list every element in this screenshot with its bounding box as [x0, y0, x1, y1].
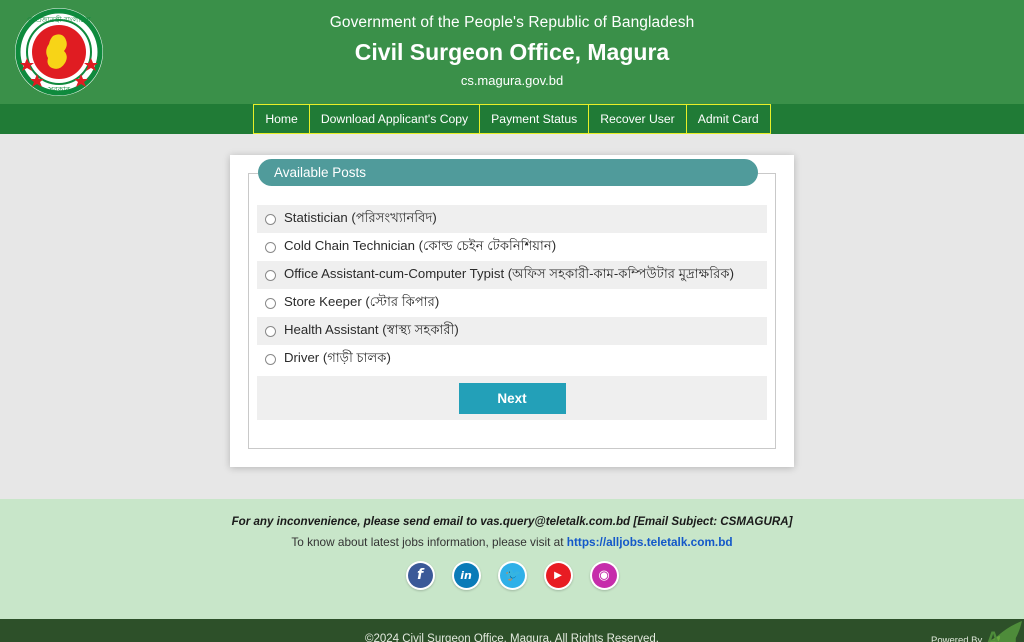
main-content: Available Posts Statistician (পরিসংখ্যান…: [0, 134, 1024, 499]
radio-icon[interactable]: [265, 241, 276, 253]
site-footer: For any inconvenience, please send email…: [0, 499, 1024, 619]
available-posts-legend: Available Posts: [258, 159, 758, 186]
footer-contact-line: For any inconvenience, please send email…: [231, 515, 793, 528]
instagram-icon: ◉: [591, 562, 617, 588]
twitter-icon: 🐦: [499, 562, 525, 588]
post-option-office-assistant-cum-computer-typist[interactable]: Office Assistant-cum-Computer Typist (অফ…: [257, 261, 767, 289]
radio-icon[interactable]: [265, 269, 276, 281]
office-title: Civil Surgeon Office, Magura: [354, 38, 670, 65]
svg-text:সরকার: সরকার: [47, 85, 71, 94]
instagram-link[interactable]: ◉: [589, 560, 619, 590]
nav-item-home[interactable]: Home: [253, 104, 309, 134]
radio-icon[interactable]: [265, 213, 276, 225]
post-option-store-keeper[interactable]: Store Keeper (স্টোর কিপার): [257, 289, 767, 317]
site-domain: cs.magura.gov.bd: [460, 73, 564, 88]
post-options-list: Statistician (পরিসংখ্যানবিদ) Cold Chain …: [257, 205, 767, 420]
footer-jobs-line: To know about latest jobs information, p…: [0, 532, 1024, 552]
youtube-icon: ▶: [545, 562, 571, 588]
copyright-text: ©2024 Civil Surgeon Office, Magura. All …: [365, 633, 659, 642]
powered-by-logo: ACI: [986, 629, 1017, 642]
main-navigation: Home Download Applicant's Copy Payment S…: [0, 104, 1024, 134]
header-titles: Government of the People's Republic of B…: [330, 12, 695, 92]
youtube-link[interactable]: ▶: [543, 560, 573, 590]
govt-line: Government of the People's Republic of B…: [329, 14, 695, 32]
nav-item-download-applicants-copy[interactable]: Download Applicant's Copy: [308, 104, 480, 134]
radio-icon[interactable]: [265, 353, 276, 365]
copyright-bar: ©2024 Civil Surgeon Office, Magura. All …: [0, 619, 1024, 642]
post-option-health-assistant[interactable]: Health Assistant (স্বাস্থ্য সহকারী): [257, 317, 767, 345]
post-option-cold-chain-technician[interactable]: Cold Chain Technician (কোল্ড চেইন টেকনিশ…: [257, 233, 767, 261]
post-option-label: Store Keeper (স্টোর কিপার): [284, 294, 440, 309]
facebook-link[interactable]: f: [405, 560, 435, 590]
posts-fieldset: Available Posts Statistician (পরিসংখ্যান…: [248, 159, 776, 449]
nav-item-admit-card[interactable]: Admit Card: [685, 104, 771, 134]
linkedin-link[interactable]: in: [451, 560, 481, 590]
nav-item-payment-status[interactable]: Payment Status: [479, 104, 589, 134]
social-links: f in 🐦 ▶ ◉: [0, 560, 1024, 590]
radio-icon[interactable]: [265, 325, 276, 337]
bangladesh-government-emblem-icon: গণপ্রজাতন্ত্রী বাংলাদেশ সরকার: [13, 6, 105, 98]
post-option-label: Driver (গাড়ী চালক): [284, 350, 391, 365]
svg-text:গণপ্রজাতন্ত্রী বাংলাদেশ: গণপ্রজাতন্ত্রী বাংলাদেশ: [27, 15, 91, 24]
post-option-label: Cold Chain Technician (কোল্ড চেইন টেকনিশ…: [284, 238, 557, 253]
facebook-icon: f: [407, 562, 433, 588]
nav-item-recover-user[interactable]: Recover User: [588, 104, 686, 134]
footer-jobs-prefix: To know about latest jobs information, p…: [291, 534, 567, 549]
powered-by: Powered By ACI: [931, 629, 1017, 642]
alljobs-link[interactable]: https://alljobs.teletalk.com.bd: [567, 535, 733, 549]
linkedin-icon: in: [453, 562, 479, 588]
twitter-link[interactable]: 🐦: [497, 560, 527, 590]
post-option-label: Office Assistant-cum-Computer Typist (অফ…: [284, 266, 734, 281]
next-button[interactable]: Next: [458, 382, 566, 414]
nav-items: Home Download Applicant's Copy Payment S…: [253, 104, 771, 134]
post-option-statistician[interactable]: Statistician (পরিসংখ্যানবিদ): [257, 205, 767, 233]
radio-icon[interactable]: [265, 297, 276, 309]
post-option-label: Health Assistant (স্বাস্থ্য সহকারী): [284, 322, 459, 337]
next-button-row: Next: [257, 376, 767, 420]
powered-by-label: Powered By: [931, 634, 983, 642]
site-header: গণপ্রজাতন্ত্রী বাংলাদেশ সরকার Government…: [0, 0, 1024, 104]
post-option-label: Statistician (পরিসংখ্যানবিদ): [284, 210, 437, 225]
available-posts-card: Available Posts Statistician (পরিসংখ্যান…: [230, 155, 794, 467]
post-option-driver[interactable]: Driver (গাড়ী চালক): [257, 345, 767, 373]
